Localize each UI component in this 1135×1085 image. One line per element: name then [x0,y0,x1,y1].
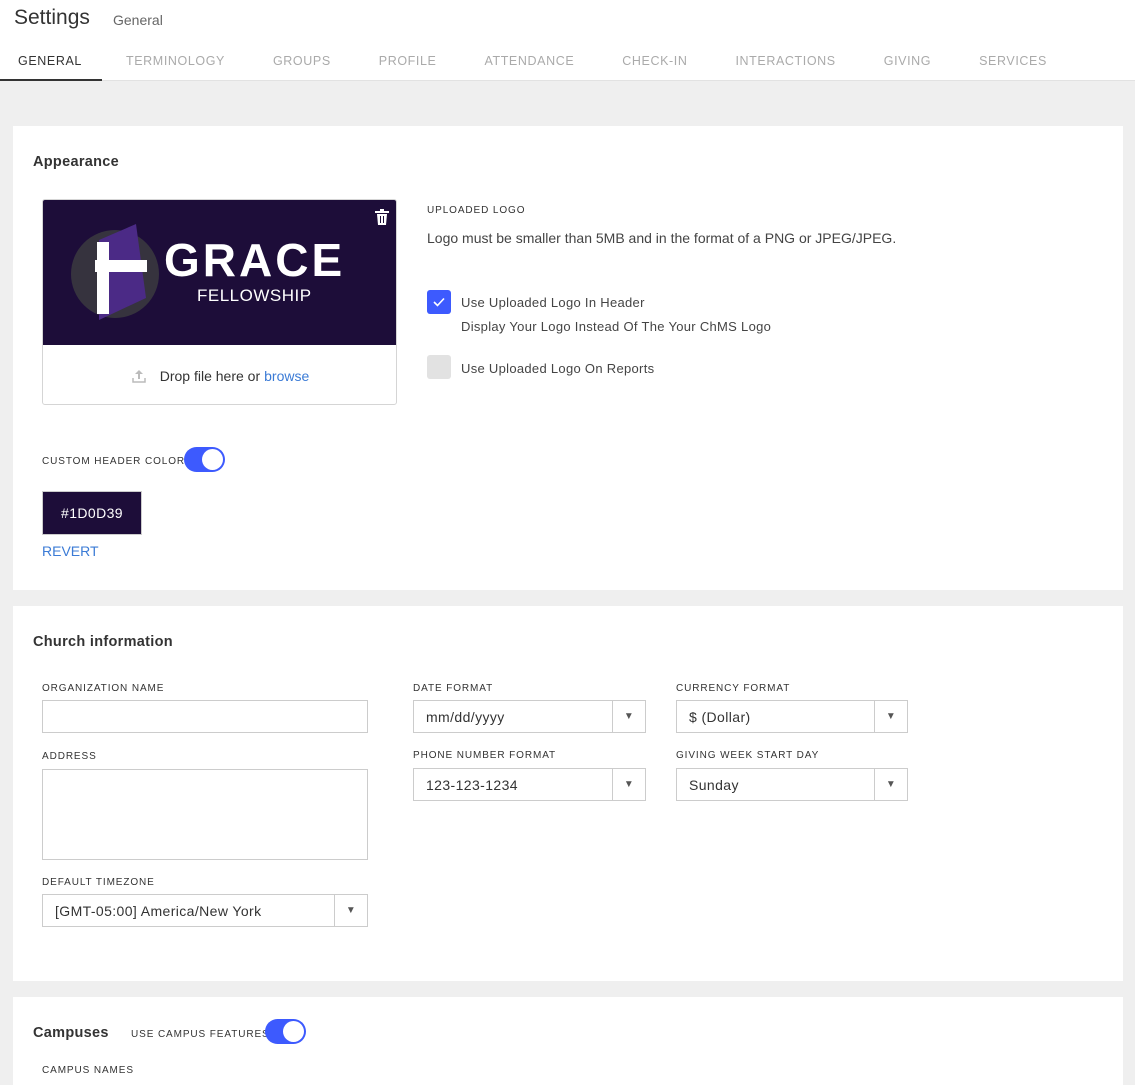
tab-attendance[interactable]: ATTENDANCE [484,44,574,81]
church-info-title: Church information [33,634,173,650]
tab-services[interactable]: SERVICES [979,44,1047,81]
date-format-value: mm/dd/yyyy [426,709,505,725]
tab-interactions[interactable]: INTERACTIONS [735,44,835,81]
header-color-swatch[interactable]: #1D0D39 [42,491,142,535]
phone-format-select[interactable]: 123-123-1234 ▼ [413,768,646,801]
caret-down-icon: ▼ [612,769,645,800]
date-format-select[interactable]: mm/dd/yyyy ▼ [413,700,646,733]
check-icon [433,297,445,307]
logo-upload-box[interactable]: GRACE FELLOWSHIP Drop file here or brows… [42,199,397,405]
use-campus-label: USE CAMPUS FEATURES [131,1029,270,1040]
tab-groups[interactable]: GROUPS [273,44,331,81]
address-label: ADDRESS [42,751,97,762]
page-subtitle: General [113,12,163,28]
trash-icon[interactable] [375,209,389,225]
phone-format-label: PHONE NUMBER FORMAT [413,750,557,761]
campus-names-label: CAMPUS NAMES [42,1065,134,1076]
date-format-label: DATE FORMAT [413,683,494,694]
use-logo-header-sub: Display Your Logo Instead Of The Your Ch… [461,319,772,334]
caret-down-icon: ▼ [874,701,907,732]
uploaded-logo-label: UPLOADED LOGO [427,205,526,216]
giving-week-select[interactable]: Sunday ▼ [676,768,908,801]
logo-subname-text: FELLOWSHIP [197,286,312,305]
address-textarea[interactable] [42,769,368,860]
browse-link[interactable]: browse [264,368,309,384]
timezone-value: [GMT-05:00] America/New York [55,903,262,919]
settings-tabs: GENERAL TERMINOLOGY GROUPS PROFILE ATTEN… [0,44,1047,81]
giving-week-value: Sunday [689,777,739,793]
campuses-card: Campuses USE CAMPUS FEATURES CAMPUS NAME… [13,997,1123,1085]
logo-preview: GRACE FELLOWSHIP [43,200,396,345]
caret-down-icon: ▼ [334,895,367,926]
caret-down-icon: ▼ [874,769,907,800]
tab-giving[interactable]: GIVING [884,44,931,81]
dropzone[interactable]: Drop file here or browse [43,345,396,404]
org-name-label: ORGANIZATION NAME [42,683,165,694]
revert-link[interactable]: REVERT [42,543,99,559]
toggle-knob [202,449,223,470]
custom-header-color-toggle[interactable] [184,447,225,472]
phone-format-value: 123-123-1234 [426,777,518,793]
church-info-card: Church information ORGANIZATION NAME ADD… [13,606,1123,981]
logo-name-text: GRACE [164,234,345,286]
currency-format-value: $ (Dollar) [689,709,751,725]
use-campus-toggle[interactable] [265,1019,306,1044]
page-title: Settings [14,6,90,29]
tab-profile[interactable]: PROFILE [379,44,437,81]
tab-check-in[interactable]: CHECK-IN [622,44,687,81]
uploaded-logo-help: Logo must be smaller than 5MB and in the… [427,230,897,246]
upload-icon [131,369,146,383]
caret-down-icon: ▼ [612,701,645,732]
org-name-input[interactable] [42,700,368,733]
currency-format-label: CURRENCY FORMAT [676,683,791,694]
dropzone-text: Drop file here or [159,367,261,384]
tab-terminology[interactable]: TERMINOLOGY [126,44,225,81]
appearance-title: Appearance [33,154,120,170]
use-logo-reports-label: Use Uploaded Logo On Reports [461,361,655,376]
toggle-knob [283,1021,304,1042]
campuses-title: Campuses [33,1025,109,1041]
use-logo-header-checkbox[interactable] [427,290,451,314]
timezone-select[interactable]: [GMT-05:00] America/New York ▼ [42,894,368,927]
giving-week-label: GIVING WEEK START DAY [676,750,820,761]
use-logo-reports-checkbox[interactable] [427,355,451,379]
tab-general[interactable]: GENERAL [0,44,102,81]
appearance-card: Appearance GRACE FELLOWSHIP Drop file he… [13,126,1123,590]
church-logo: GRACE FELLOWSHIP [71,224,345,320]
top-bar: Settings General GENERAL TERMINOLOGY GRO… [0,0,1135,81]
timezone-label: DEFAULT TIMEZONE [42,877,155,888]
custom-header-color-label: CUSTOM HEADER COLOR [42,456,186,467]
currency-format-select[interactable]: $ (Dollar) ▼ [676,700,908,733]
use-logo-header-label: Use Uploaded Logo In Header [461,295,645,310]
